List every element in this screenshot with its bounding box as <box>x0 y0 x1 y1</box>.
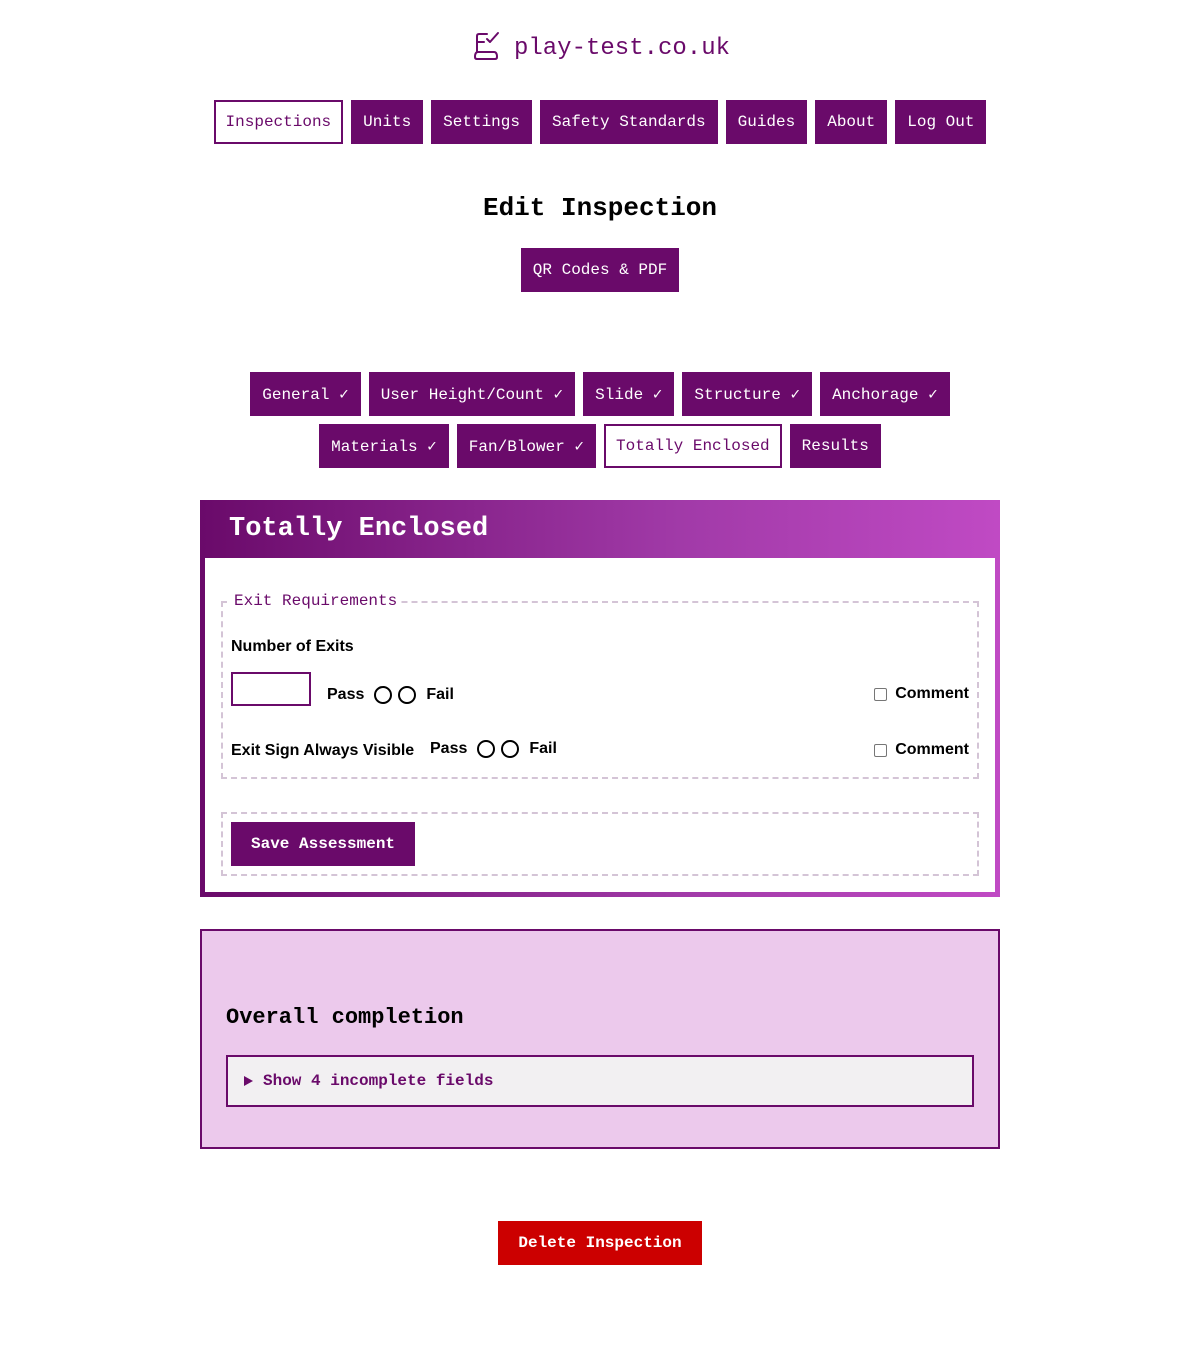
exits-pass-radio[interactable] <box>374 686 393 704</box>
tab-structure[interactable]: Structure ✓ <box>682 372 813 416</box>
tab-user-height-count[interactable]: User Height/Count ✓ <box>368 372 576 416</box>
pass-label: Pass <box>430 740 468 757</box>
comment-label: Comment <box>895 685 969 702</box>
tab-anchorage[interactable]: Anchorage ✓ <box>820 372 950 416</box>
exit-requirements-fieldset: Exit Requirements Number of Exits Pass F… <box>221 592 979 779</box>
tab-materials[interactable]: Materials ✓ <box>319 424 449 468</box>
incomplete-fields-details[interactable]: Show 4 incomplete fields <box>226 1055 974 1107</box>
tab-fan-blower[interactable]: Fan/Blower ✓ <box>456 424 597 468</box>
exits-fail-radio[interactable] <box>398 686 417 704</box>
exits-comment-checkbox[interactable] <box>874 687 888 701</box>
site-name: play-test.co.uk <box>513 35 731 62</box>
sign-pass-fail: Pass Fail <box>430 740 557 758</box>
tab-totally-enclosed[interactable]: Totally Enclosed <box>604 424 782 468</box>
fieldset-legend: Exit Requirements <box>231 592 401 610</box>
completion-title: Overall completion <box>226 1005 464 1030</box>
nav-guides[interactable]: Guides <box>725 100 808 144</box>
comment-label: Comment <box>895 741 969 758</box>
sign-comment-checkbox[interactable] <box>874 743 888 757</box>
pass-label: Pass <box>327 686 365 703</box>
section-tabs-row-2: Materials ✓ Fan/Blower ✓ Totally Enclose… <box>0 424 1200 468</box>
sign-fail-radio[interactable] <box>501 740 520 758</box>
fail-label: Fail <box>529 740 557 757</box>
nav-settings[interactable]: Settings <box>431 100 532 144</box>
sign-pass-radio[interactable] <box>477 740 496 758</box>
triangle-right-icon <box>244 1076 253 1086</box>
save-assessment-button[interactable]: Save Assessment <box>231 822 416 866</box>
assessment-panel: Totally Enclosed Exit Requirements Numbe… <box>200 500 1000 897</box>
nav-units[interactable]: Units <box>351 100 424 144</box>
main-nav: Inspections Units Settings Safety Standa… <box>0 100 1200 144</box>
panel-body: Exit Requirements Number of Exits Pass F… <box>205 558 995 892</box>
delete-inspection-button[interactable]: Delete Inspection <box>498 1221 702 1265</box>
number-of-exits-input[interactable] <box>231 672 311 706</box>
bouncy-castle-check-icon <box>470 30 502 67</box>
page-title: Edit Inspection <box>482 193 718 223</box>
qr-codes-pdf-button[interactable]: QR Codes & PDF <box>520 248 680 292</box>
tab-general[interactable]: General ✓ <box>250 372 361 416</box>
details-summary: Show 4 incomplete fields <box>263 1072 494 1090</box>
nav-log-out[interactable]: Log Out <box>895 100 987 144</box>
panel-title: Totally Enclosed <box>229 514 489 544</box>
tab-results[interactable]: Results <box>789 424 881 468</box>
section-tabs-row-1: General ✓ User Height/Count ✓ Slide ✓ St… <box>0 372 1200 416</box>
exits-pass-fail: Pass Fail <box>327 686 454 704</box>
exit-sign-label: Exit Sign Always Visible <box>231 742 415 759</box>
nav-inspections[interactable]: Inspections <box>213 100 344 144</box>
completion-box: Overall completion Show 4 incomplete fie… <box>200 929 1000 1149</box>
number-of-exits-label: Number of Exits <box>231 638 354 655</box>
site-logo[interactable]: play-test.co.uk <box>0 30 1200 67</box>
sign-comment[interactable]: Comment <box>874 741 969 759</box>
save-fieldset: Save Assessment <box>221 812 979 876</box>
exits-comment[interactable]: Comment <box>874 685 969 703</box>
nav-about[interactable]: About <box>815 100 888 144</box>
tab-slide[interactable]: Slide ✓ <box>583 372 675 416</box>
nav-safety-standards[interactable]: Safety Standards <box>539 100 718 144</box>
fail-label: Fail <box>426 686 454 703</box>
